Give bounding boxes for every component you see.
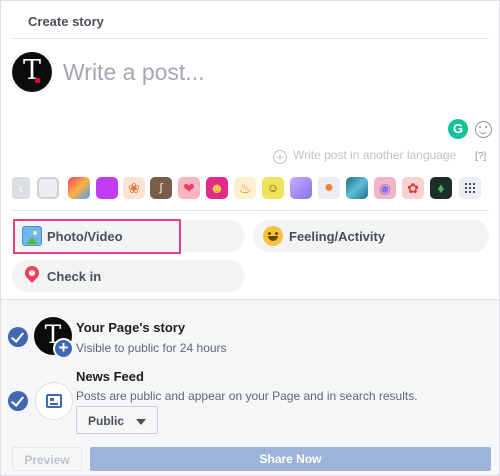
audience-selector[interactable]: Public	[76, 406, 158, 434]
create-story-card: Create story T Write a post... G + Write …	[0, 0, 500, 476]
share-now-button[interactable]: Share Now	[90, 447, 491, 471]
check-in-label: Check in	[47, 269, 102, 284]
story-subtitle: Visible to public for 24 hours	[76, 341, 227, 355]
emoji-picker-icon[interactable]	[475, 121, 492, 138]
background-swatch-heart-eyes[interactable]: ☻	[206, 177, 228, 199]
audience-label: Public	[88, 414, 125, 428]
header: Create story	[12, 1, 489, 39]
background-swatch-orange[interactable]: ●	[318, 177, 340, 199]
news-feed-subtitle: Posts are public and appear on your Page…	[76, 389, 418, 403]
background-swatch-cat[interactable]: ☺	[262, 177, 284, 199]
background-swatch-pattern[interactable]: ∫	[150, 177, 172, 199]
grid-icon	[465, 183, 467, 185]
preview-button[interactable]: Preview	[12, 447, 82, 471]
feeling-activity-label: Feeling/Activity	[289, 229, 386, 244]
avatar-dot	[35, 78, 40, 83]
language-help[interactable]: [?]	[475, 151, 486, 162]
news-feed-icon	[35, 382, 73, 420]
photo-video-highlight	[13, 219, 181, 254]
share-now-label: Share Now	[259, 452, 322, 466]
preview-label: Preview	[24, 453, 70, 467]
plus-icon: +	[273, 150, 287, 164]
background-swatch-leaves[interactable]: ❀	[123, 177, 145, 199]
smiley-icon	[263, 226, 283, 246]
news-feed-title: News Feed	[76, 369, 144, 384]
write-in-another-language[interactable]: + Write post in another language	[273, 148, 456, 166]
background-picker: ‹ ❀ ∫ ❤ ☻ ♨ ☺ ● ◉ ✿ ♦	[12, 177, 492, 199]
checkbox-story[interactable]	[8, 327, 28, 347]
avatar: T	[12, 52, 52, 92]
chevron-left-icon[interactable]: ‹	[12, 177, 30, 199]
background-swatch-cactus[interactable]: ♦	[430, 177, 452, 199]
story-title: Your Page's story	[76, 320, 186, 335]
divider	[12, 210, 489, 211]
background-swatch-rose[interactable]: ✿	[402, 177, 424, 199]
header-title: Create story	[28, 14, 104, 29]
background-swatch-teal[interactable]	[346, 177, 368, 199]
checkbox-news-feed[interactable]	[8, 391, 28, 411]
add-story-icon: +	[53, 338, 74, 359]
background-swatch-lavender[interactable]	[290, 177, 312, 199]
background-swatch-plain[interactable]	[37, 177, 59, 199]
background-swatch-heart[interactable]: ❤	[178, 177, 200, 199]
background-swatch-purple[interactable]	[96, 177, 118, 199]
feeling-activity-button[interactable]: Feeling/Activity	[253, 220, 489, 252]
feed-box-icon	[46, 394, 62, 408]
language-label: Write post in another language	[293, 148, 457, 162]
check-in-button[interactable]: Check in	[12, 260, 245, 292]
caret-down-icon	[136, 419, 146, 425]
more-backgrounds-button[interactable]	[459, 177, 481, 199]
background-swatch-fire[interactable]: ♨	[234, 177, 256, 199]
background-swatch-rainbow[interactable]	[68, 177, 90, 199]
avatar-letter: T	[22, 55, 41, 86]
location-pin-icon	[24, 266, 40, 286]
grammarly-icon[interactable]: G	[448, 119, 468, 139]
post-composer-input[interactable]: Write a post...	[63, 59, 204, 86]
background-swatch-eye[interactable]: ◉	[374, 177, 396, 199]
